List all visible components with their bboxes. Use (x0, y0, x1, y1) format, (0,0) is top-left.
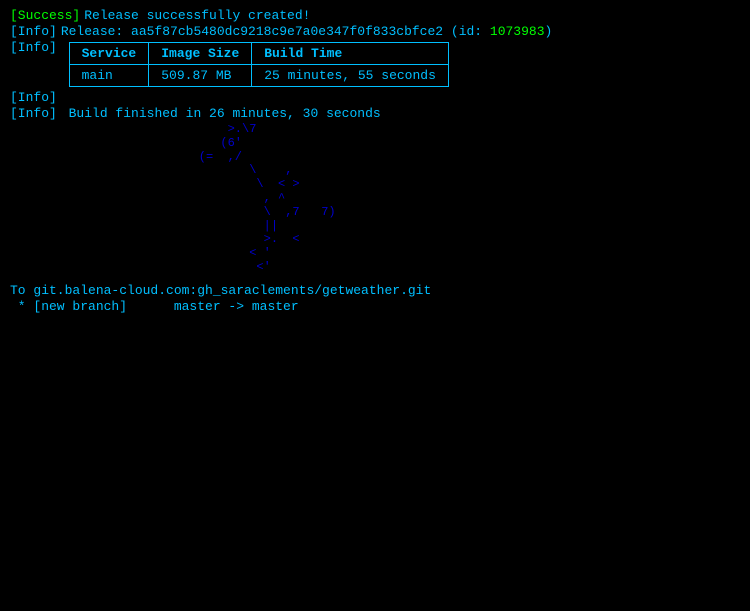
release-line: [Info] Release: aa5f87cb5480dc9218c9e7a0… (10, 24, 740, 39)
info-build-finished: [Info] Build finished in 26 minutes, 30 … (10, 106, 740, 121)
info-table-line: [Info] Service Image Size Build Time mai… (10, 40, 740, 89)
cell-image-size: 509.87 MB (149, 65, 252, 87)
table-row: main 509.87 MB 25 minutes, 55 seconds (69, 65, 448, 87)
info-blank-1: [Info] (10, 90, 740, 105)
success-message: Release successfully created! (84, 8, 310, 23)
release-label: Release: (61, 24, 131, 39)
col-build-time: Build Time (252, 43, 449, 65)
release-id-label: (id: (443, 24, 490, 39)
cell-build-time: 25 minutes, 55 seconds (252, 65, 449, 87)
terminal-output: [Success] Release successfully created! … (10, 8, 740, 314)
info-tag-3: [Info] (10, 90, 57, 105)
git-push-text-1: To git.balena-cloud.com:gh_saraclements/… (10, 283, 431, 298)
info-tag-4: [Info] (10, 106, 57, 121)
build-table: Service Image Size Build Time main 509.8… (69, 42, 449, 87)
info-tag-1: [Info] (10, 24, 57, 39)
git-push-section: To git.balena-cloud.com:gh_saraclements/… (10, 283, 740, 314)
success-tag: [Success] (10, 8, 80, 23)
build-finished-msg: Build finished in 26 minutes, 30 seconds (61, 106, 381, 121)
success-line: [Success] Release successfully created! (10, 8, 740, 23)
ascii-art: >.\7 (6' (= ,/ \ , \ < > , ^ \ ,7 7) || … (170, 123, 740, 275)
release-id: 1073983 (490, 24, 545, 39)
info-tag-2: [Info] (10, 40, 57, 55)
git-push-line-1: To git.balena-cloud.com:gh_saraclements/… (10, 283, 740, 298)
table-header-row: Service Image Size Build Time (69, 43, 448, 65)
git-push-line-2: * [new branch] master -> master (10, 299, 740, 314)
col-image-size: Image Size (149, 43, 252, 65)
cell-service: main (69, 65, 149, 87)
release-hash: aa5f87cb5480dc9218c9e7a0e347f0f833cbfce2 (131, 24, 443, 39)
col-service: Service (69, 43, 149, 65)
release-id-close: ) (545, 24, 553, 39)
git-push-text-2: * [new branch] master -> master (10, 299, 299, 314)
